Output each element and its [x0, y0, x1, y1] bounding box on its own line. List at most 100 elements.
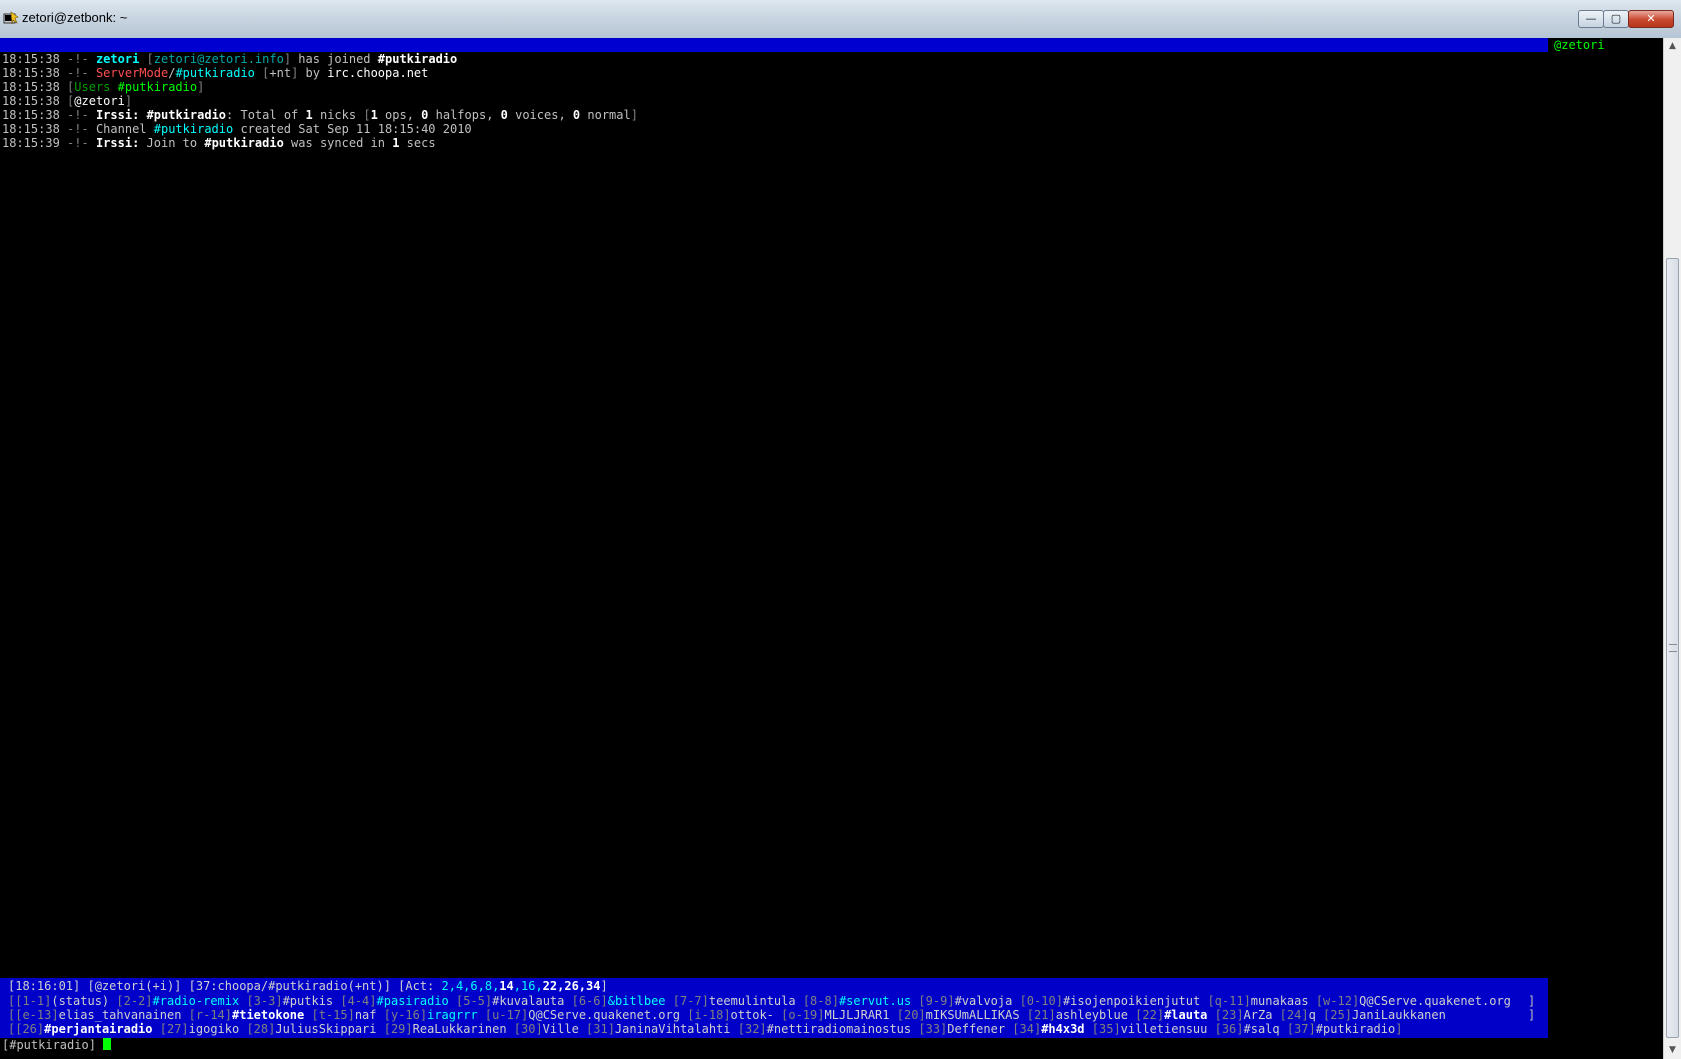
message-text: normal	[580, 108, 631, 122]
status-segment: [e-13]	[15, 1008, 59, 1022]
window-titlebar[interactable]: zetori@zetbonk: ~ — ▢ ✕	[0, 0, 1681, 39]
scrollbar-thumb[interactable]	[1666, 258, 1679, 1038]
status-segment: [3-3]	[239, 994, 283, 1008]
status-segment: [22]	[1127, 1008, 1165, 1022]
status-segment: [1-1]	[15, 994, 52, 1008]
status-segment: villetiensuu	[1120, 1022, 1208, 1036]
status-segment: #lauta	[1164, 1008, 1208, 1022]
status-segment: Q@CServe.quakenet.org	[1359, 994, 1511, 1008]
message-text: Irssi:	[95, 136, 140, 150]
status-segment: [25]	[1315, 1008, 1352, 1022]
message-text: @zetori	[74, 94, 125, 108]
message-text: +nt	[269, 66, 292, 80]
minimize-button[interactable]: —	[1578, 10, 1604, 28]
message-prefix: -!-	[67, 66, 89, 80]
status-segment: Deffener	[947, 1022, 1006, 1036]
message-text: 1	[305, 108, 313, 122]
status-segment: [20]	[889, 1008, 926, 1022]
window-list-line-3: [[26]#perjantairadio [27]igogiko [28]Jul…	[8, 1022, 1402, 1037]
message-text: 1	[370, 108, 378, 122]
close-button[interactable]: ✕	[1628, 10, 1674, 28]
status-segment: #radio-remix	[152, 994, 240, 1008]
status-segment: [18:16:01]	[8, 979, 81, 993]
prompt-channel: [#putkiradio]	[2, 1038, 104, 1052]
status-segment: naf	[354, 1008, 377, 1022]
message-text: #putkiradio	[153, 122, 234, 136]
message-text: created Sat Sep 11 18:15:40 2010	[233, 122, 472, 136]
status-segment: #h4x3d	[1041, 1022, 1085, 1036]
maximize-button[interactable]: ▢	[1603, 10, 1629, 28]
status-line-clock-activity: [18:16:01] [@zetori(+i)] [37:choopa/#put…	[8, 979, 608, 994]
message-text: was synced in	[283, 136, 393, 150]
status-segment: #valvoja	[954, 994, 1013, 1008]
message-prefix: -!-	[67, 136, 89, 150]
status-segment: mIKSUmALLIKAS	[925, 1008, 1020, 1022]
window-list-line-1: [[1-1](status) [2-2]#radio-remix [3-3]#p…	[8, 994, 1511, 1009]
status-segment: #perjantairadio	[44, 1022, 153, 1036]
status-bar: [18:16:01] [@zetori(+i)] [37:choopa/#put…	[0, 978, 1548, 1038]
message-text: halfops,	[428, 108, 501, 122]
status-segment: ,	[513, 979, 521, 993]
status-segment: [32]	[730, 1022, 767, 1036]
nick-list[interactable]: @zetori	[1548, 38, 1663, 1059]
input-line[interactable]: [#putkiradio]	[2, 1038, 112, 1053]
window-title: zetori@zetbonk: ~	[22, 10, 128, 25]
status-segment: [24]	[1272, 1008, 1309, 1022]
message-text: #putkiradio	[117, 80, 198, 94]
status-segment: JaninaVihtalahti	[614, 1022, 731, 1036]
message-text: ]	[630, 108, 638, 122]
message-timestamp: 18:15:38	[2, 122, 60, 136]
message-text: by	[298, 66, 328, 80]
status-segment: [21]	[1019, 1008, 1056, 1022]
message-text: has joined	[291, 52, 378, 66]
vertical-scrollbar[interactable]: ▲ ▼	[1663, 38, 1681, 1059]
status-segment: ashleyblue	[1055, 1008, 1128, 1022]
status-segment: [2-2]	[109, 994, 153, 1008]
message-text: ]	[197, 80, 205, 94]
terminal-screen[interactable]: 18:15:38 -!- zetori [zetori@zetori.info]…	[0, 38, 1663, 1059]
status-segment: JuliusSkippari	[275, 1022, 377, 1036]
status-segment: #putkis	[282, 994, 334, 1008]
status-segment: [34]	[1005, 1022, 1042, 1036]
message-text: ServerMode	[95, 66, 169, 80]
message-text: ops,	[377, 108, 422, 122]
message-text: Channel	[88, 122, 154, 136]
message-text: #putkiradio	[175, 66, 255, 80]
message-line: 18:15:38 [@zetori]	[2, 94, 132, 109]
status-segment: #pasiradio	[376, 994, 449, 1008]
status-segment: [w-12]	[1308, 994, 1360, 1008]
text-cursor	[103, 1038, 112, 1050]
status-segment: [36]	[1207, 1022, 1244, 1036]
status-segment: [q-11]	[1200, 994, 1251, 1008]
status-segment: ]	[600, 979, 608, 993]
status-segment: #isojenpoikienjutut	[1062, 994, 1201, 1008]
scroll-up-arrow-icon[interactable]: ▲	[1664, 38, 1681, 55]
status-segment: [0-10]	[1012, 994, 1063, 1008]
window-list-right-bracket: ]	[1528, 1008, 1536, 1022]
status-segment: MLJLJRAR1	[824, 1008, 890, 1022]
message-text	[89, 108, 96, 122]
message-line: 18:15:39 -!- Irssi: Join to #putkiradio …	[2, 136, 436, 151]
message-line: 18:15:38 -!- Channel #putkiradio created…	[2, 122, 472, 137]
status-segment: elias_tahvanainen	[58, 1008, 182, 1022]
message-timestamp: 18:15:38	[2, 94, 60, 108]
status-segment: q	[1308, 1008, 1316, 1022]
message-text: ]	[124, 94, 133, 108]
status-segment: #tietokone	[232, 1008, 305, 1022]
status-segment: ]	[1395, 1022, 1403, 1036]
window-list-right-bracket: ]	[1528, 994, 1536, 1008]
status-segment: [27]	[152, 1022, 189, 1036]
nick-item[interactable]: @zetori	[1554, 38, 1605, 53]
message-text: zetori	[95, 52, 140, 66]
message-text: [	[146, 52, 154, 66]
message-line: 18:15:38 -!- zetori [zetori@zetori.info]…	[2, 52, 457, 67]
status-segment: [28]	[239, 1022, 276, 1036]
scroll-down-arrow-icon[interactable]: ▼	[1664, 1042, 1681, 1059]
status-segment: JaniLaukkanen	[1351, 1008, 1446, 1022]
status-segment: [30]	[506, 1022, 543, 1036]
status-segment: #putkiradio	[1315, 1022, 1396, 1036]
status-segment: teemulintula	[708, 994, 796, 1008]
message-text	[89, 66, 96, 80]
status-segment: #kuvalauta	[492, 994, 565, 1008]
message-text: zetori@zetori.info	[153, 52, 284, 66]
